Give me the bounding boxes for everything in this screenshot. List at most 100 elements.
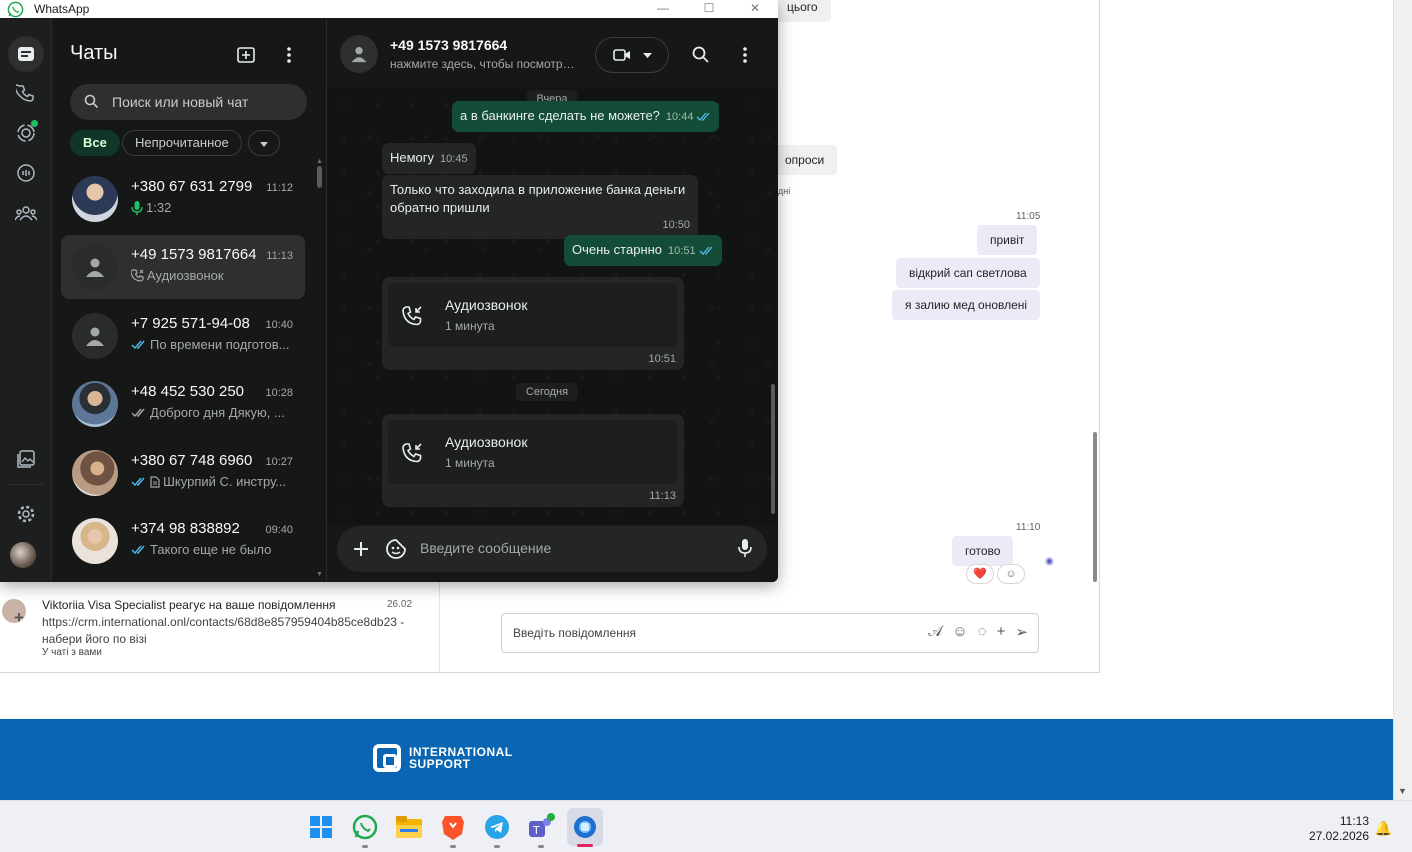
whatsapp-icon[interactable] <box>349 811 381 848</box>
sticker-emoji-icon[interactable] <box>385 538 407 560</box>
kebab-menu-icon <box>287 47 291 63</box>
outgoing-message[interactable]: Очень старнно 10:51 <box>564 235 722 266</box>
new-chat-button[interactable] <box>233 42 259 68</box>
media-gallery-icon <box>17 450 35 468</box>
chat-list-item-selected[interactable]: +49 1573 9817664 11:13 Аудиозвонок <box>61 235 305 299</box>
incoming-message[interactable]: Только что заходила в приложение банка д… <box>382 175 698 239</box>
running-indicator <box>362 845 368 848</box>
logo-text: INTERNATIONAL SUPPORT <box>409 746 513 770</box>
maximize-button[interactable]: ☐ <box>698 0 720 16</box>
seen-icon: ◉ <box>1045 556 1054 567</box>
file-explorer-icon[interactable] <box>393 811 425 843</box>
message-bubble[interactable]: готово <box>952 536 1014 566</box>
settings-nav-button[interactable] <box>8 496 44 532</box>
search-input[interactable]: Поиск или новый чат <box>70 84 307 120</box>
minimize-button[interactable]: — <box>652 0 674 16</box>
filter-more-button[interactable] <box>248 130 280 156</box>
chat-list-item[interactable]: +374 98 838892 09:40 Такого еще не было <box>61 509 305 573</box>
filter-unread-chip[interactable]: Непрочитанное <box>122 130 242 156</box>
background-scrollbar[interactable] <box>1093 432 1097 582</box>
browser-app-icon[interactable] <box>567 808 603 847</box>
chat-list-scrollbar[interactable] <box>317 166 322 188</box>
send-icon[interactable]: ➢ <box>1015 623 1028 641</box>
scroll-down-icon[interactable]: ▼ <box>316 571 323 578</box>
scroll-up-icon[interactable]: ▲ <box>316 158 323 165</box>
add-reaction-button[interactable]: ☺ <box>997 564 1025 584</box>
brave-icon[interactable] <box>437 811 469 848</box>
plus-icon[interactable]: + <box>997 623 1006 641</box>
avatar <box>72 176 118 222</box>
contact-name[interactable]: +49 1573 9817664 <box>390 37 507 53</box>
chat-preview: По времени подготов... <box>131 337 291 352</box>
avatar <box>72 381 118 427</box>
status-nav-button[interactable] <box>8 115 44 151</box>
media-nav-button[interactable] <box>8 441 44 477</box>
mic-icon[interactable] <box>738 538 752 558</box>
incoming-call-icon <box>400 303 426 329</box>
incoming-message[interactable]: Немогу 10:45 <box>382 143 476 174</box>
channels-icon <box>17 164 35 182</box>
scroll-down-icon[interactable]: ▼ <box>1398 786 1407 796</box>
teams-icon[interactable]: T <box>525 811 557 848</box>
default-avatar-icon[interactable] <box>340 35 378 73</box>
windows-start-icon[interactable] <box>305 811 337 843</box>
search-in-chat-button[interactable] <box>688 42 714 68</box>
page-scrollbar[interactable]: ▼ <box>1393 0 1412 800</box>
calls-nav-button[interactable] <box>8 76 44 112</box>
message-bubble[interactable]: відкрий сап светлова <box>896 258 1040 288</box>
outgoing-message[interactable]: а в банкинге сделать не можете? 10:44 <box>452 101 720 132</box>
chat-menu-button[interactable] <box>732 42 758 68</box>
message-text: Только что заходила в приложение банка д… <box>390 182 686 215</box>
chat-preview: 1:32 <box>131 200 291 215</box>
heart-reaction[interactable]: ❤️ <box>966 564 994 584</box>
loop-icon[interactable]: ◌ <box>978 623 987 641</box>
message-composer[interactable]: Введите сообщение <box>337 526 767 572</box>
chat-list-item[interactable]: +380 67 748 6960 10:27 Шкурпий С. инстру… <box>61 441 305 505</box>
message-bubble[interactable]: привіт <box>977 225 1038 255</box>
communities-nav-button[interactable] <box>8 195 44 231</box>
background-message-input[interactable]: Введіть повідомлення 𝒜 ☺ ◌ + ➢ <box>501 613 1039 653</box>
taskbar: T 11:13 27.02.2026 🔔 <box>0 800 1412 852</box>
list-menu-button[interactable] <box>276 42 302 68</box>
chat-name: +7 925 571-94-08 <box>131 315 250 332</box>
footer-banner: INTERNATIONAL SUPPORT <box>0 719 1393 800</box>
telegram-icon[interactable] <box>481 811 513 848</box>
profile-avatar[interactable] <box>10 542 36 568</box>
running-indicator <box>494 845 500 848</box>
read-ticks-icon <box>131 545 145 554</box>
chat-preview-text: 1:32 <box>146 200 172 215</box>
message-area-scrollbar[interactable] <box>771 384 775 514</box>
chats-nav-button[interactable] <box>8 36 44 72</box>
default-avatar-icon <box>72 313 118 359</box>
notification-bell-icon[interactable]: 🔔 <box>1375 820 1392 837</box>
window-titlebar[interactable]: WhatsApp — ☐ ✕ <box>0 0 778 18</box>
close-button[interactable]: ✕ <box>744 0 766 16</box>
message-input[interactable]: Введите сообщение <box>420 540 551 556</box>
notification-body: https://crm.international.onl/contacts/6… <box>42 615 405 646</box>
message-bubble[interactable]: я залию мед оновлені <box>892 290 1041 320</box>
call-log-card[interactable]: Аудиозвонок 1 минута 10:51 <box>382 277 684 370</box>
chat-preview: Аудиозвонок <box>131 268 291 283</box>
chat-list-item[interactable]: +7 925 571-94-08 10:40 По времени подгот… <box>61 304 305 368</box>
chat-name: +49 1573 9817664 <box>131 246 257 263</box>
chat-list-item[interactable]: +380 67 631 2799 11:12 1:32 <box>61 167 305 231</box>
chat-preview: Шкурпий С. инстру... <box>131 474 291 489</box>
emoji-icon[interactable]: ☺ <box>952 623 967 641</box>
default-avatar-icon <box>72 244 118 290</box>
notification-item[interactable]: + Viktoriia Visa Specialist реагує на ва… <box>0 592 439 667</box>
search-icon <box>692 46 709 63</box>
channels-nav-button[interactable] <box>8 155 44 191</box>
video-call-button[interactable] <box>595 37 669 73</box>
system-clock[interactable]: 11:13 27.02.2026 <box>1309 814 1369 844</box>
filter-all-chip[interactable]: Все <box>70 130 120 156</box>
call-log-card[interactable]: Аудиозвонок 1 минута 11:13 <box>382 414 684 507</box>
search-placeholder: Поиск или новый чат <box>112 94 249 110</box>
composer-tools: 𝒜 ☺ ◌ + ➢ <box>928 623 1028 641</box>
attach-plus-icon[interactable] <box>349 537 373 561</box>
message-area[interactable]: Вчера а в банкинге сделать не можете? 10:… <box>327 88 778 524</box>
chat-list-item[interactable]: +48 452 530 250 10:28 Доброго дня Дякую,… <box>61 372 305 436</box>
contact-subtitle[interactable]: нажмите здесь, чтобы посмотреть данные к… <box>390 57 575 71</box>
background-message-fragment: опроси <box>772 145 838 175</box>
conversation-header[interactable]: +49 1573 9817664 нажмите здесь, чтобы по… <box>327 18 778 88</box>
format-icon[interactable]: 𝒜 <box>928 623 942 641</box>
